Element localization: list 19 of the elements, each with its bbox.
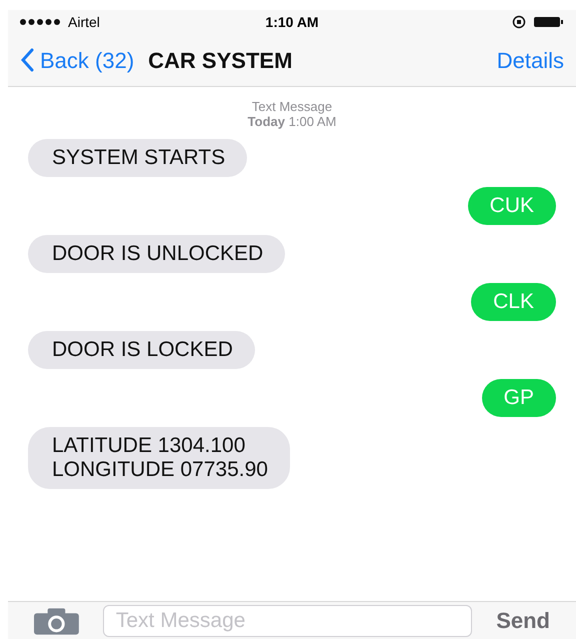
send-button[interactable]: Send <box>496 604 550 637</box>
battery-icon <box>534 16 564 28</box>
message-bubble: GP <box>482 379 556 417</box>
message-bubble: DOOR IS UNLOCKED <box>28 235 286 273</box>
rotation-lock-icon <box>512 15 526 29</box>
conversation-title: CAR SYSTEM <box>148 46 292 74</box>
carrier-name: Airtel <box>68 12 100 32</box>
chevron-left-icon <box>20 48 34 72</box>
status-time: 1:10 AM <box>265 12 319 32</box>
message-bubble: SYSTEM STARTS <box>28 139 248 177</box>
message-bubble: DOOR IS LOCKED <box>28 331 255 369</box>
message-bubble: CUK <box>468 187 556 225</box>
details-button[interactable]: Details <box>496 44 564 76</box>
thread-timestamp: Text Message Today 1:00 AM <box>246 99 338 129</box>
back-button[interactable]: Back (32) <box>20 44 134 76</box>
message-bubble: CLK <box>471 283 556 321</box>
message-input-field[interactable]: Text Message <box>102 604 472 636</box>
message-bubble: LATITUDE 1304.100 LONGITUDE 07735.90 <box>28 427 290 489</box>
camera-icon[interactable] <box>34 606 79 634</box>
